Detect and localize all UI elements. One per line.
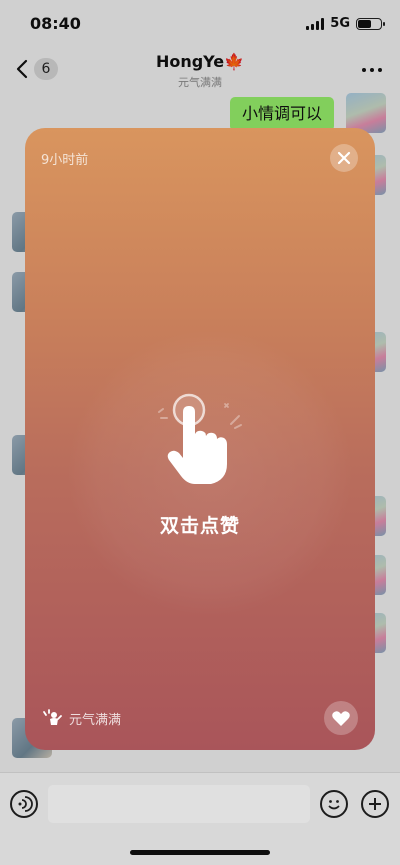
heart-icon xyxy=(332,711,350,726)
energetic-status-icon xyxy=(43,709,62,725)
status-label: 元气满满 xyxy=(69,712,122,728)
close-icon xyxy=(337,151,351,165)
status-moment-card[interactable]: 9小时前 双击点赞 元气满满 xyxy=(25,128,375,750)
post-time: 9小时前 xyxy=(41,153,89,168)
chat-screen: 08:40 5G 6 HongYe🍁 元气满满 小情调可以 9小时前 双击点赞 … xyxy=(0,0,400,865)
close-button[interactable] xyxy=(330,144,358,172)
double-tap-hand-icon xyxy=(158,393,242,484)
status-footer: 元气满满 xyxy=(41,708,121,728)
double-tap-like-hint: 双击点赞 xyxy=(159,515,240,537)
like-button[interactable] xyxy=(324,701,358,735)
